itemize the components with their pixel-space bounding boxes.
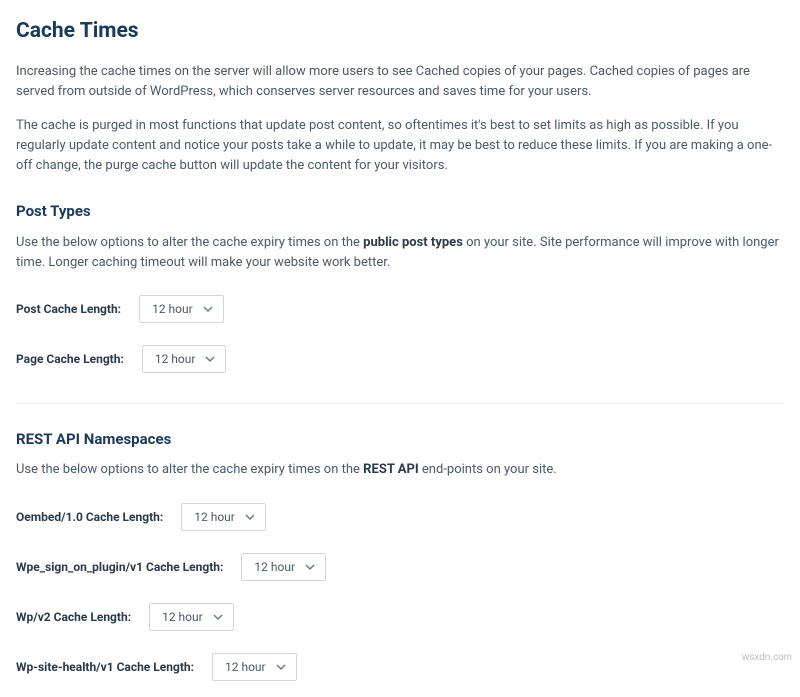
post-cache-length-label: Post Cache Length: bbox=[16, 300, 121, 318]
post-cache-length-value: 12 hour bbox=[152, 300, 193, 318]
wpe-signon-cache-length-select[interactable]: 12 hour bbox=[241, 553, 326, 581]
oembed-cache-length-value: 12 hour bbox=[194, 508, 235, 526]
site-health-cache-length-value: 12 hour bbox=[225, 658, 266, 676]
rest-api-desc-bold: REST API bbox=[363, 462, 419, 477]
page-cache-length-select[interactable]: 12 hour bbox=[142, 345, 227, 373]
page-cache-length-row: Page Cache Length: 12 hour bbox=[16, 345, 784, 373]
post-cache-length-select[interactable]: 12 hour bbox=[139, 295, 224, 323]
oembed-cache-length-row: Oembed/1.0 Cache Length: 12 hour bbox=[16, 503, 784, 531]
wpe-signon-cache-length-label: Wpe_sign_on_plugin/v1 Cache Length: bbox=[16, 558, 223, 576]
site-health-cache-length-select[interactable]: 12 hour bbox=[212, 653, 297, 681]
oembed-cache-length-select[interactable]: 12 hour bbox=[181, 503, 266, 531]
chevron-down-icon bbox=[205, 354, 215, 364]
section-divider bbox=[16, 403, 784, 404]
rest-api-desc-post: end-points on your site. bbox=[419, 462, 557, 477]
post-types-desc-bold: public post types bbox=[363, 235, 463, 250]
site-health-cache-length-row: Wp-site-health/v1 Cache Length: 12 hour bbox=[16, 653, 784, 681]
page-cache-length-label: Page Cache Length: bbox=[16, 350, 124, 368]
intro-paragraph-2: The cache is purged in most functions th… bbox=[16, 116, 784, 176]
rest-api-heading: REST API Namespaces bbox=[16, 428, 784, 451]
wpe-signon-cache-length-row: Wpe_sign_on_plugin/v1 Cache Length: 12 h… bbox=[16, 553, 784, 581]
page-title: Cache Times bbox=[16, 16, 784, 48]
chevron-down-icon bbox=[245, 512, 255, 522]
rest-api-description: Use the below options to alter the cache… bbox=[16, 460, 784, 480]
chevron-down-icon bbox=[276, 662, 286, 672]
post-types-description: Use the below options to alter the cache… bbox=[16, 233, 784, 273]
chevron-down-icon bbox=[203, 304, 213, 314]
wp-v2-cache-length-label: Wp/v2 Cache Length: bbox=[16, 608, 131, 626]
wp-v2-cache-length-select[interactable]: 12 hour bbox=[149, 603, 234, 631]
post-types-desc-pre: Use the below options to alter the cache… bbox=[16, 235, 363, 250]
oembed-cache-length-label: Oembed/1.0 Cache Length: bbox=[16, 508, 163, 526]
site-health-cache-length-label: Wp-site-health/v1 Cache Length: bbox=[16, 658, 194, 676]
chevron-down-icon bbox=[305, 562, 315, 572]
watermark: wsxdn.com bbox=[742, 650, 792, 665]
wpe-signon-cache-length-value: 12 hour bbox=[254, 558, 295, 576]
post-cache-length-row: Post Cache Length: 12 hour bbox=[16, 295, 784, 323]
chevron-down-icon bbox=[213, 612, 223, 622]
rest-api-desc-pre: Use the below options to alter the cache… bbox=[16, 462, 363, 477]
wp-v2-cache-length-value: 12 hour bbox=[162, 608, 203, 626]
post-types-heading: Post Types bbox=[16, 200, 784, 223]
intro-paragraph-1: Increasing the cache times on the server… bbox=[16, 62, 784, 102]
wp-v2-cache-length-row: Wp/v2 Cache Length: 12 hour bbox=[16, 603, 784, 631]
page-cache-length-value: 12 hour bbox=[155, 350, 196, 368]
